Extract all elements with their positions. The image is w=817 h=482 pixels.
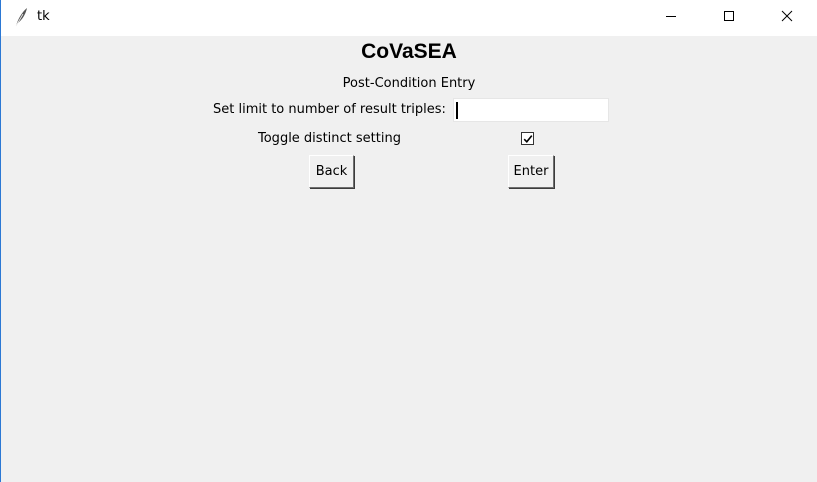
minimize-button[interactable] — [648, 0, 694, 32]
minimize-icon — [665, 10, 677, 22]
text-caret — [456, 102, 458, 119]
close-icon — [781, 10, 793, 22]
enter-button[interactable]: Enter — [508, 155, 554, 188]
window-title: tk — [37, 9, 50, 24]
feather-icon — [13, 7, 29, 27]
distinct-checkbox[interactable] — [521, 132, 534, 145]
maximize-button[interactable] — [706, 0, 752, 32]
app-window: tk CoVaSEA Post-Condition Entry Set limi… — [0, 0, 817, 482]
client-area: CoVaSEA Post-Condition Entry Set limit t… — [1, 36, 817, 482]
checkmark-icon — [523, 135, 533, 143]
limit-label: Set limit to number of result triples: — [213, 102, 446, 117]
close-button[interactable] — [764, 0, 810, 32]
app-heading: CoVaSEA — [361, 40, 457, 63]
back-button[interactable]: Back — [309, 155, 354, 188]
title-bar[interactable]: tk — [1, 0, 817, 36]
maximize-icon — [723, 10, 735, 22]
limit-input[interactable] — [453, 98, 609, 122]
toggle-distinct-label: Toggle distinct setting — [258, 131, 401, 146]
page-subtitle: Post-Condition Entry — [342, 76, 476, 91]
